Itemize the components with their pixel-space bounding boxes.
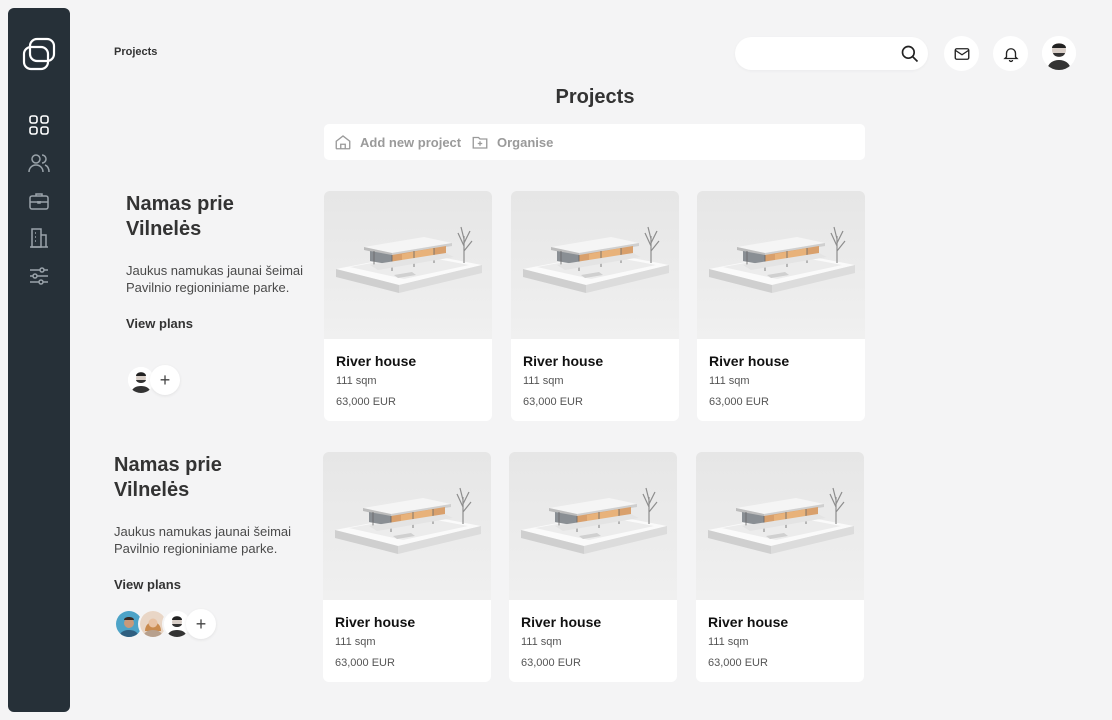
project-name: River house	[335, 614, 416, 630]
user-avatar[interactable]	[1042, 36, 1076, 70]
nav-settings[interactable]	[27, 264, 51, 288]
messages-button[interactable]	[944, 36, 979, 71]
project-name: River house	[708, 614, 789, 630]
add-project-button[interactable]: Add new project	[334, 133, 461, 151]
section-description: Jaukus namukas jaunai šeimai Pavilnio re…	[114, 524, 292, 556]
organise-button[interactable]: Organise	[471, 133, 553, 151]
project-price: 63,000 EUR	[523, 396, 583, 408]
house-model-image	[696, 452, 864, 600]
project-toolbar: Add new project Organise	[324, 124, 865, 160]
project-thumbnail	[323, 452, 491, 600]
organise-label: Organise	[497, 134, 554, 150]
breadcrumb[interactable]: Projects	[114, 46, 157, 58]
briefcase-icon	[29, 193, 49, 210]
nav-briefcase[interactable]	[27, 189, 51, 213]
project-price: 63,000 EUR	[335, 657, 395, 669]
project-area: 111 sqm	[708, 636, 749, 648]
house-model-image	[511, 191, 679, 339]
notifications-button[interactable]	[993, 36, 1028, 71]
search-input[interactable]	[749, 45, 899, 60]
project-price: 63,000 EUR	[709, 396, 769, 408]
dashboard-icon	[29, 115, 49, 135]
nav-users[interactable]	[27, 151, 51, 175]
project-price: 63,000 EUR	[336, 396, 396, 408]
project-area: 111 sqm	[336, 375, 377, 387]
section-title: Namas prie Vilnelės	[126, 192, 306, 242]
users-icon	[28, 154, 50, 173]
building-icon	[30, 228, 48, 248]
collaborators: +	[114, 609, 216, 639]
house-model-image	[697, 191, 865, 339]
project-section-info: Namas prie Vilnelės Jaukus namukas jauna…	[114, 453, 309, 594]
project-card[interactable]: River house 111 sqm 63,000 EUR	[323, 452, 491, 682]
project-name: River house	[336, 353, 417, 369]
section-title-line: Vilnelės	[114, 479, 190, 501]
collaborators: +	[126, 365, 180, 395]
section-title-line: Namas prie	[114, 454, 222, 476]
project-card[interactable]: River house 111 sqm 63,000 EUR	[509, 452, 677, 682]
add-project-label: Add new project	[360, 134, 462, 150]
folder-plus-icon	[472, 136, 488, 149]
nav-buildings[interactable]	[27, 226, 51, 250]
app-logo-icon[interactable]	[21, 36, 57, 72]
home-icon	[335, 135, 351, 150]
nav-dashboard[interactable]	[27, 113, 51, 137]
plus-icon: +	[195, 613, 207, 634]
project-area: 111 sqm	[335, 636, 376, 648]
project-thumbnail	[511, 191, 679, 339]
project-area: 111 sqm	[523, 375, 564, 387]
section-title: Namas prie Vilnelės	[114, 453, 309, 503]
project-area: 111 sqm	[709, 375, 750, 387]
project-name: River house	[523, 353, 604, 369]
project-thumbnail	[697, 191, 865, 339]
project-name: River house	[521, 614, 602, 630]
house-model-image	[323, 452, 491, 600]
project-price: 63,000 EUR	[521, 657, 581, 669]
house-model-image	[509, 452, 677, 600]
project-section-info: Namas prie Vilnelės Jaukus namukas jauna…	[126, 192, 306, 333]
project-thumbnail	[509, 452, 677, 600]
add-collaborator-button[interactable]: +	[186, 609, 216, 639]
section-title-line: Namas prie	[126, 193, 234, 215]
project-card[interactable]: River house 111 sqm 63,000 EUR	[324, 191, 492, 421]
section-title-line: Vilnelės	[126, 218, 202, 240]
view-plans-link[interactable]: View plans	[126, 316, 193, 331]
page-title: Projects	[555, 86, 635, 108]
add-collaborator-button[interactable]: +	[150, 365, 180, 395]
project-price: 63,000 EUR	[708, 657, 768, 669]
house-model-image	[324, 191, 492, 339]
mail-icon	[954, 47, 969, 60]
project-thumbnail	[696, 452, 864, 600]
project-name: River house	[709, 353, 790, 369]
view-plans-link[interactable]: View plans	[114, 577, 181, 592]
user-avatar-image	[1042, 36, 1076, 70]
plus-icon: +	[159, 369, 171, 390]
bell-icon	[1002, 47, 1019, 62]
project-card[interactable]: River house 111 sqm 63,000 EUR	[697, 191, 865, 421]
sidebar	[8, 8, 70, 712]
project-area: 111 sqm	[521, 636, 562, 648]
search-icon[interactable]	[900, 44, 920, 64]
project-card[interactable]: River house 111 sqm 63,000 EUR	[511, 191, 679, 421]
search-bar[interactable]	[735, 37, 928, 70]
sliders-icon	[30, 267, 48, 285]
project-thumbnail	[324, 191, 492, 339]
section-description: Jaukus namukas jaunai šeimai Pavilnio re…	[126, 263, 304, 295]
project-card[interactable]: River house 111 sqm 63,000 EUR	[696, 452, 864, 682]
